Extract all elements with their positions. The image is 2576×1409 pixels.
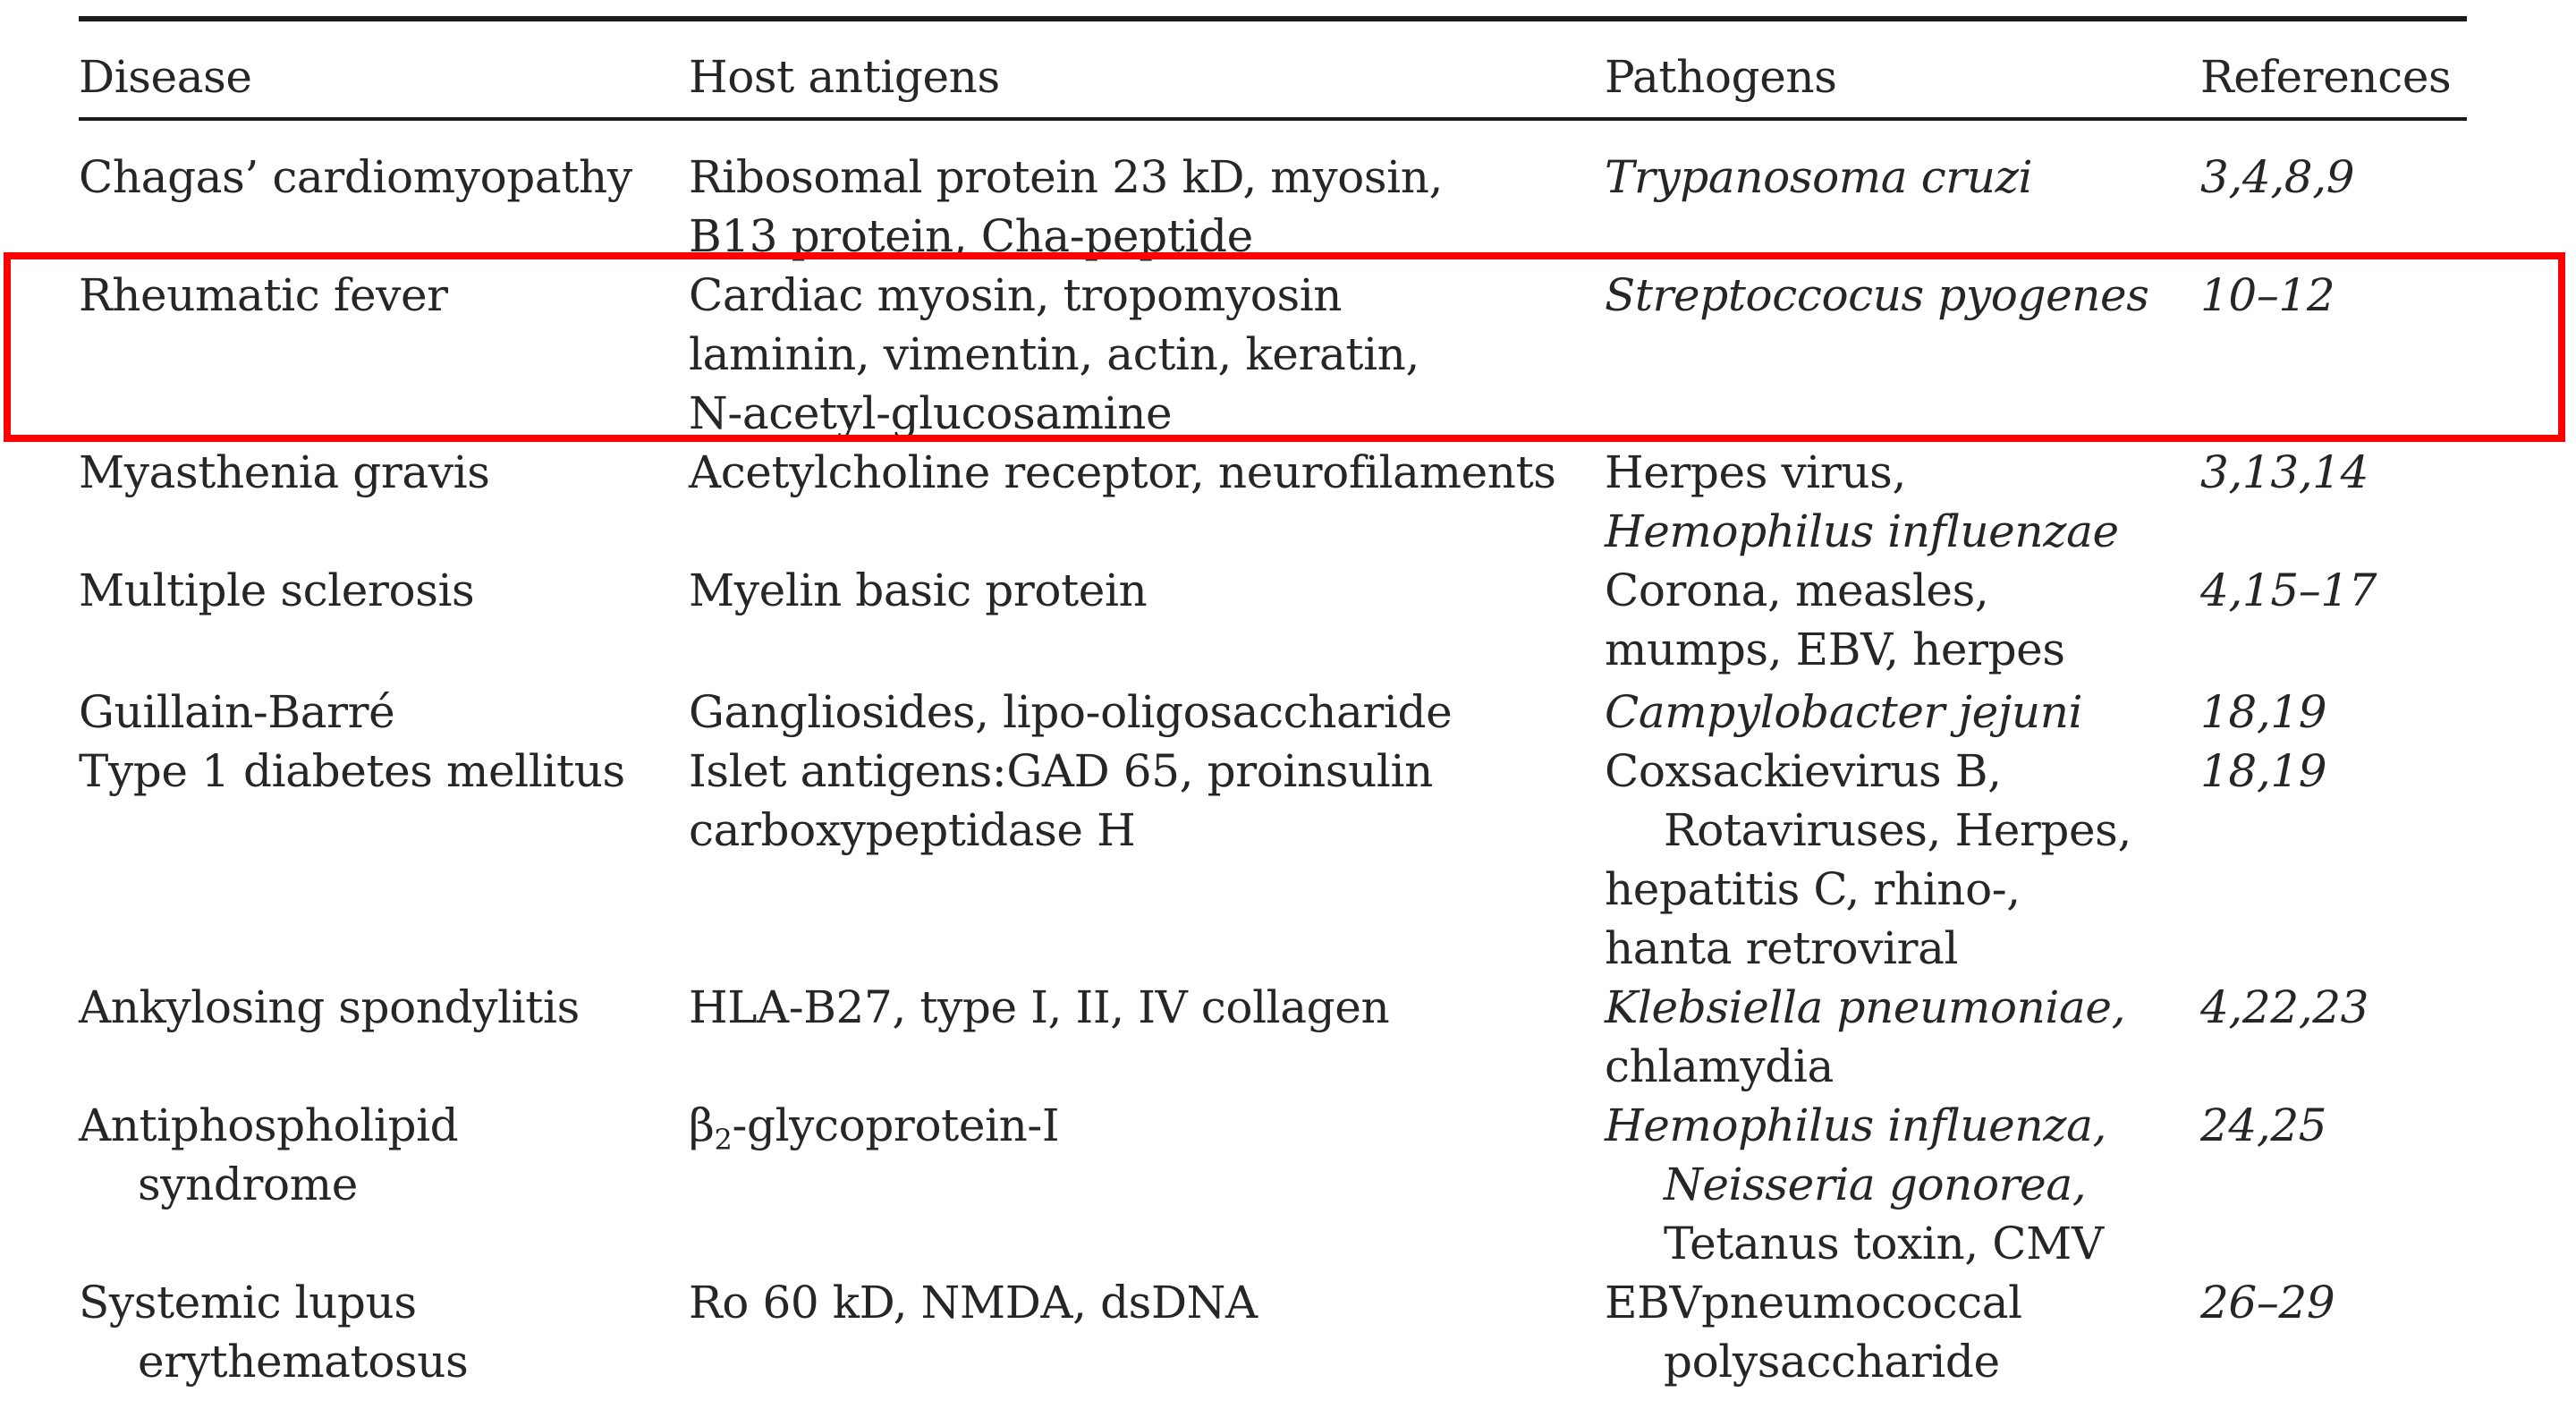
antigens-text: Islet antigens:GAD 65, proinsulin — [689, 745, 1433, 797]
references-cell: 26–29 — [2200, 1277, 2335, 1328]
references-cell: 4,15–17 — [2200, 564, 2377, 616]
pathogens-cell: Herpes virus, Hemophilus influenzae — [1605, 444, 2119, 562]
pathogens-cell: Campylobacter jejuni — [1605, 683, 2083, 743]
references-cell: 4,22,23 — [2200, 981, 2369, 1033]
pathogens-text: Rotaviruses, Herpes, — [1664, 804, 2131, 856]
disease-cell: Systemic lupus erythematosus — [79, 1274, 469, 1392]
host-antigens-cell: Ribosomal protein 23 kD, myosin, B13 pro… — [689, 149, 1443, 267]
header-host-antigens: Host antigens — [689, 51, 1000, 103]
disease-text: Antiphospholipid — [79, 1099, 459, 1151]
disease-text: erythematosus — [138, 1336, 469, 1388]
disease-cell: Ankylosing spondylitis — [79, 979, 580, 1038]
pathogens-text: polysaccharide — [1664, 1336, 2000, 1388]
pathogens-text: Neisseria gonorea, — [1664, 1159, 2087, 1210]
pathogens-text: Hemophilus influenza, — [1605, 1099, 2106, 1151]
antigens-text: Myelin basic protein — [689, 564, 1148, 616]
host-antigens-cell: HLA-B27, type I, II, IV collagen — [689, 979, 1390, 1038]
disease-text: Myasthenia gravis — [79, 446, 490, 498]
header-references: References — [2200, 51, 2452, 103]
antigens-text: laminin, vimentin, actin, keratin, — [689, 328, 1419, 380]
pathogens-text: Streptoccocus pyogenes — [1605, 269, 2149, 321]
host-antigens-cell: Myelin basic protein — [689, 562, 1148, 621]
disease-text: Systemic lupus — [79, 1277, 417, 1328]
pathogens-cell: Klebsiella pneumoniae, chlamydia — [1605, 979, 2125, 1097]
pathogens-cell: Streptoccocus pyogenes — [1605, 267, 2149, 326]
disease-cell: Rheumatic fever — [79, 267, 448, 326]
pathogens-cell: Hemophilus influenza, Neisseria gonorea,… — [1605, 1097, 2106, 1274]
antigens-text: Gangliosides, lipo-oligosaccharide — [689, 686, 1453, 738]
antigens-text: B13 protein, Cha-peptide — [689, 210, 1253, 262]
header-pathogens: Pathogens — [1605, 51, 1837, 103]
pathogens-text: mumps, EBV, herpes — [1605, 624, 2065, 675]
disease-cell: Antiphospholipid syndrome — [79, 1097, 459, 1215]
disease-text: Guillain-Barré — [79, 686, 395, 738]
references-cell: 18,19 — [2200, 686, 2327, 738]
subscript-2: 2 — [714, 1123, 733, 1157]
antigen-name: -glycoprotein-I — [732, 1099, 1060, 1151]
pathogens-cell: Trypanosoma cruzi — [1605, 149, 2033, 208]
pathogens-text: chlamydia — [1605, 1040, 1834, 1092]
antigens-text: Ro 60 kD, NMDA, dsDNA — [689, 1277, 1258, 1328]
disease-text: Multiple sclerosis — [79, 564, 475, 616]
pathogens-text: Klebsiella pneumoniae, — [1605, 981, 2126, 1033]
host-antigens-cell: Gangliosides, lipo-oligosaccharide — [689, 683, 1453, 743]
antigens-text: HLA-B27, type I, II, IV collagen — [689, 981, 1390, 1033]
pathogens-text: Campylobacter jejuni — [1605, 686, 2083, 738]
host-antigens-cell: Islet antigens:GAD 65, proinsulin carbox… — [689, 743, 1433, 861]
table-top-rule — [79, 16, 2467, 21]
host-antigens-cell: Cardiac myosin, tropomyosin laminin, vim… — [689, 267, 1419, 444]
pathogens-text: Hemophilus influenzae — [1605, 505, 2119, 557]
host-antigens-cell: Ro 60 kD, NMDA, dsDNA — [689, 1274, 1258, 1333]
header-disease: Disease — [79, 51, 252, 103]
antigens-text: Ribosomal protein 23 kD, myosin, — [689, 151, 1444, 203]
references-cell: 10–12 — [2200, 269, 2335, 321]
references-cell: 24,25 — [2200, 1099, 2327, 1151]
disease-cell: Chagas’ cardiomyopathy — [79, 149, 632, 208]
pathogens-text: hanta retroviral — [1605, 922, 1959, 974]
disease-text: syndrome — [138, 1159, 358, 1210]
antigens-text: β2-glycoprotein-I — [689, 1097, 1060, 1157]
references-cell: 3,4,8,9 — [2200, 151, 2355, 203]
antigens-text: N-acetyl-glucosamine — [689, 387, 1173, 439]
pathogens-text: Corona, measles, — [1605, 564, 1989, 616]
table-page: Disease Host antigens Pathogens Referenc… — [0, 0, 2576, 1409]
disease-cell: Type 1 diabetes mellitus — [79, 743, 625, 802]
disease-text: Rheumatic fever — [79, 269, 448, 321]
disease-text: Type 1 diabetes mellitus — [79, 745, 625, 797]
pathogens-text: hepatitis C, rhino-, — [1605, 863, 2021, 915]
pathogens-text: EBVpneumococcal — [1605, 1277, 2022, 1328]
references-cell: 3,13,14 — [2200, 446, 2369, 498]
host-antigens-cell: β2-glycoprotein-I — [689, 1097, 1060, 1157]
pathogens-text: Trypanosoma cruzi — [1605, 151, 2033, 203]
pathogens-cell: EBVpneumococcal polysaccharide — [1605, 1274, 2022, 1392]
references-cell: 18,19 — [2200, 745, 2327, 797]
disease-cell: Guillain-Barré — [79, 683, 395, 743]
pathogens-cell: Corona, measles, mumps, EBV, herpes — [1605, 562, 2065, 680]
header-bottom-rule — [79, 117, 2467, 121]
pathogens-text: Tetanus toxin, CMV — [1664, 1218, 2104, 1269]
disease-text: Chagas’ cardiomyopathy — [79, 151, 632, 203]
pathogens-cell: Coxsackievirus B, Rotaviruses, Herpes, h… — [1605, 743, 2131, 979]
beta-symbol: β — [689, 1099, 715, 1151]
disease-text: Ankylosing spondylitis — [79, 981, 580, 1033]
antigens-text: Acetylcholine receptor, neurofilaments — [689, 446, 1556, 498]
antigens-text: Cardiac myosin, tropomyosin — [689, 269, 1343, 321]
pathogens-text: Herpes virus, — [1605, 446, 1906, 498]
pathogens-text: Coxsackievirus B, — [1605, 745, 2002, 797]
antigens-text: carboxypeptidase H — [689, 804, 1136, 856]
host-antigens-cell: Acetylcholine receptor, neurofilaments — [689, 444, 1556, 503]
disease-cell: Myasthenia gravis — [79, 444, 490, 503]
disease-cell: Multiple sclerosis — [79, 562, 475, 621]
